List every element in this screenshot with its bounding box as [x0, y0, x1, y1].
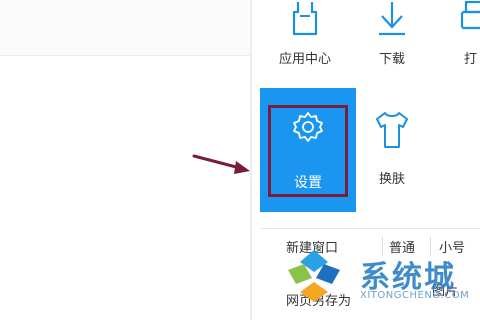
shirt-icon: [376, 112, 408, 148]
download-label: 下载: [378, 52, 405, 67]
change-skin-label: 换肤: [378, 172, 405, 187]
download-icon: [379, 2, 405, 36]
settings-label: 设置: [294, 175, 322, 191]
print-icon: [460, 0, 480, 30]
settings-button[interactable]: 设置: [260, 88, 356, 212]
print-button[interactable]: 打: [450, 0, 480, 80]
gear-icon: [293, 112, 323, 142]
toolbar-strip: [0, 0, 252, 56]
annotation-arrow-icon: [192, 154, 250, 174]
app-center-label: 应用中心: [278, 52, 331, 67]
watermark-url: XITONGCHENG.COM: [360, 290, 470, 301]
app-center-button[interactable]: 应用中心: [260, 0, 350, 80]
print-label: 打: [464, 52, 478, 67]
change-skin-button[interactable]: 换肤: [362, 110, 422, 200]
watermark-logo-icon: [288, 250, 340, 302]
download-button[interactable]: 下载: [352, 0, 432, 80]
app-center-icon: [292, 2, 318, 36]
